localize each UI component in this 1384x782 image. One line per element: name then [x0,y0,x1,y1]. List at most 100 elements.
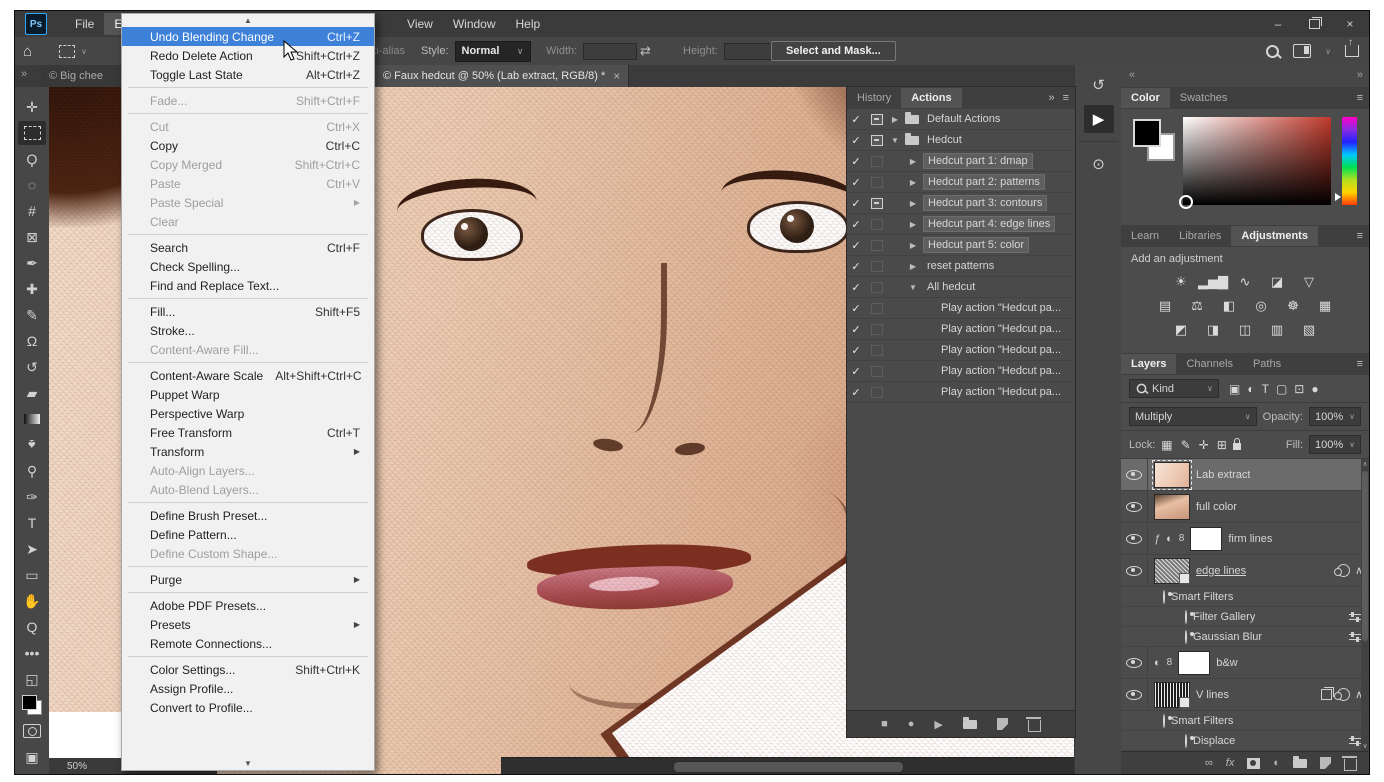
action-checkmark-icon[interactable]: ✓ [847,302,865,315]
document-tab-active[interactable]: © Faux hedcut @ 50% (Lab extract, RGB/8)… [375,65,629,87]
layers-scrollbar[interactable]: ∧ ∨ [1361,459,1369,751]
action-row-hedcut-part-4-edge-lines[interactable]: ✓▶Hedcut part 4: edge lines [847,214,1075,235]
dialog-toggle-icon[interactable] [869,114,885,125]
lock-all-icon[interactable] [1233,443,1241,450]
dialog-toggle-icon[interactable] [869,345,885,356]
blend-mode-dropdown[interactable]: Multiply∨ [1129,407,1257,426]
action-row-default-actions[interactable]: ✓▶Default Actions [847,109,1075,130]
menu-window[interactable]: Window [443,13,506,35]
expand-arrow-icon[interactable]: ▶ [907,220,919,229]
dialog-toggle-icon[interactable] [869,219,885,230]
action-row-play-action-hedcut-pa[interactable]: ✓Play action "Hedcut pa... [847,340,1075,361]
brush-tool-icon[interactable]: ✎ [18,303,46,327]
action-checkmark-icon[interactable]: ✓ [847,134,865,147]
panel-menu-icon[interactable]: ≡ [1357,92,1363,104]
menu-item-check-spelling[interactable]: Check Spelling... [122,257,374,276]
visibility-eye-icon[interactable] [1121,523,1148,554]
action-checkmark-icon[interactable]: ✓ [847,323,865,336]
zoom-level[interactable]: 50% [67,761,87,772]
action-row-play-action-hedcut-pa[interactable]: ✓Play action "Hedcut pa... [847,361,1075,382]
menu-item-copy[interactable]: CopyCtrl+C [122,136,374,155]
dialog-toggle-icon[interactable] [869,156,885,167]
linked-copy-badge-icon[interactable] [1321,689,1332,700]
expand-panels-icon[interactable]: » [1357,69,1363,81]
action-checkmark-icon[interactable]: ✓ [847,197,865,210]
scrollbar-thumb[interactable] [1362,471,1368,641]
new-group-icon[interactable] [1293,759,1307,768]
menu-item-fill[interactable]: Fill...Shift+F5 [122,302,374,321]
expand-arrow-icon[interactable]: ▼ [907,283,919,292]
history-brush-tool-icon[interactable]: ↺ [18,355,46,379]
layer-sub-gaussian-blur[interactable]: Gaussian Blur [1121,627,1369,647]
visibility-eye-icon[interactable] [1121,491,1148,522]
photoshop-logo-icon[interactable]: Ps [25,13,47,35]
menu-help[interactable]: Help [506,13,551,35]
smart-filter-badge-icon[interactable] [1337,564,1350,577]
dialog-toggle-icon[interactable] [869,303,885,314]
crop-tool-icon[interactable]: # [18,199,46,223]
menu-item-convert-to-profile[interactable]: Convert to Profile... [122,698,374,717]
filter-blend-options-icon[interactable] [1349,632,1361,642]
menu-item-adobe-pdf-presets[interactable]: Adobe PDF Presets... [122,596,374,615]
hue-saturation-icon[interactable]: ▤ [1154,297,1176,315]
panel-menu-icon[interactable]: ≡ [1357,230,1363,242]
action-checkmark-icon[interactable]: ✓ [847,113,865,126]
rectangular-marquee-tool-icon[interactable] [18,121,46,145]
tab-color[interactable]: Color [1121,88,1170,108]
menu-item-copy-merged[interactable]: Copy MergedShift+Ctrl+C [122,155,374,174]
dodge-tool-icon[interactable]: ⚲ [18,459,46,483]
tab-history[interactable]: History [847,88,901,108]
eraser-tool-icon[interactable]: ▰ [18,381,46,405]
menu-item-define-custom-shape[interactable]: Define Custom Shape... [122,544,374,563]
filter-toggle-icon[interactable]: ● [1311,382,1318,396]
filter-smart-objects-icon[interactable]: ⊡ [1294,382,1304,396]
filter-adjustment-layers-icon[interactable]: ◐ [1247,382,1254,396]
pen-tool-icon[interactable]: ✑ [18,485,46,509]
path-selection-tool-icon[interactable]: ➤ [18,537,46,561]
invert-icon[interactable]: ◩ [1170,321,1192,339]
horizontal-scrollbar[interactable] [501,757,1074,774]
width-input[interactable] [583,43,637,60]
move-tool-icon[interactable]: ✛ [18,95,46,119]
restore-button[interactable] [1297,14,1331,34]
filter-shape-layers-icon[interactable]: ▢ [1276,382,1287,396]
layer-sub-smart-filters[interactable]: Smart Filters [1121,587,1369,607]
mask-link-icon[interactable]: 8 [1179,533,1185,544]
foreground-background-colors-icon[interactable] [18,693,46,717]
action-row-hedcut-part-2-patterns[interactable]: ✓▶Hedcut part 2: patterns [847,172,1075,193]
expand-arrow-icon[interactable]: ▶ [907,199,919,208]
history-panel-icon[interactable]: ↺ [1084,71,1114,99]
hue-slider[interactable] [1342,117,1357,205]
color-field[interactable] [1183,117,1331,205]
layer-row-v-lines[interactable]: V lines∧ [1121,679,1369,711]
menu-scroll-down-icon[interactable]: ▼ [122,757,374,770]
action-row-play-action-hedcut-pa[interactable]: ✓Play action "Hedcut pa... [847,319,1075,340]
new-action-icon[interactable] [997,718,1008,730]
menu-scroll-up-icon[interactable]: ▲ [122,14,374,27]
action-checkmark-icon[interactable]: ✓ [847,239,865,252]
healing-brush-tool-icon[interactable]: ✚ [18,277,46,301]
menu-item-paste-special[interactable]: Paste Special▶ [122,193,374,212]
menu-item-purge[interactable]: Purge▶ [122,570,374,589]
layer-row-firm-lines[interactable]: ƒ◐8firm lines [1121,523,1369,555]
threshold-icon[interactable]: ◫ [1234,321,1256,339]
dialog-toggle-icon[interactable] [869,198,885,209]
action-row-hedcut-part-5-color[interactable]: ✓▶Hedcut part 5: color [847,235,1075,256]
levels-icon[interactable]: ▂▅▇ [1202,273,1224,291]
layer-row-b-w[interactable]: ◐8b&w [1121,647,1369,679]
action-row-play-action-hedcut-pa[interactable]: ✓Play action "Hedcut pa... [847,382,1075,403]
minimize-button[interactable]: – [1261,14,1295,34]
swap-dimensions-icon[interactable]: ⇄ [640,37,651,65]
dialog-toggle-icon[interactable] [869,282,885,293]
chevron-down-icon[interactable]: ∨ [1325,47,1331,56]
visibility-eye-icon[interactable] [1121,555,1148,586]
smart-filter-badge-icon[interactable] [1337,688,1350,701]
filter-blend-options-icon[interactable] [1349,736,1361,746]
layer-row-edge-lines[interactable]: edge lines∧ [1121,555,1369,587]
style-dropdown[interactable]: Normal∨ [455,41,531,62]
add-mask-icon[interactable] [1247,758,1260,769]
panel-menu-icon[interactable]: ≡ [1063,92,1069,104]
layer-row-lab-extract[interactable]: Lab extract [1121,459,1369,491]
filter-pixel-layers-icon[interactable]: ▣ [1229,382,1240,396]
layer-effects-icon[interactable]: fx [1226,757,1235,769]
